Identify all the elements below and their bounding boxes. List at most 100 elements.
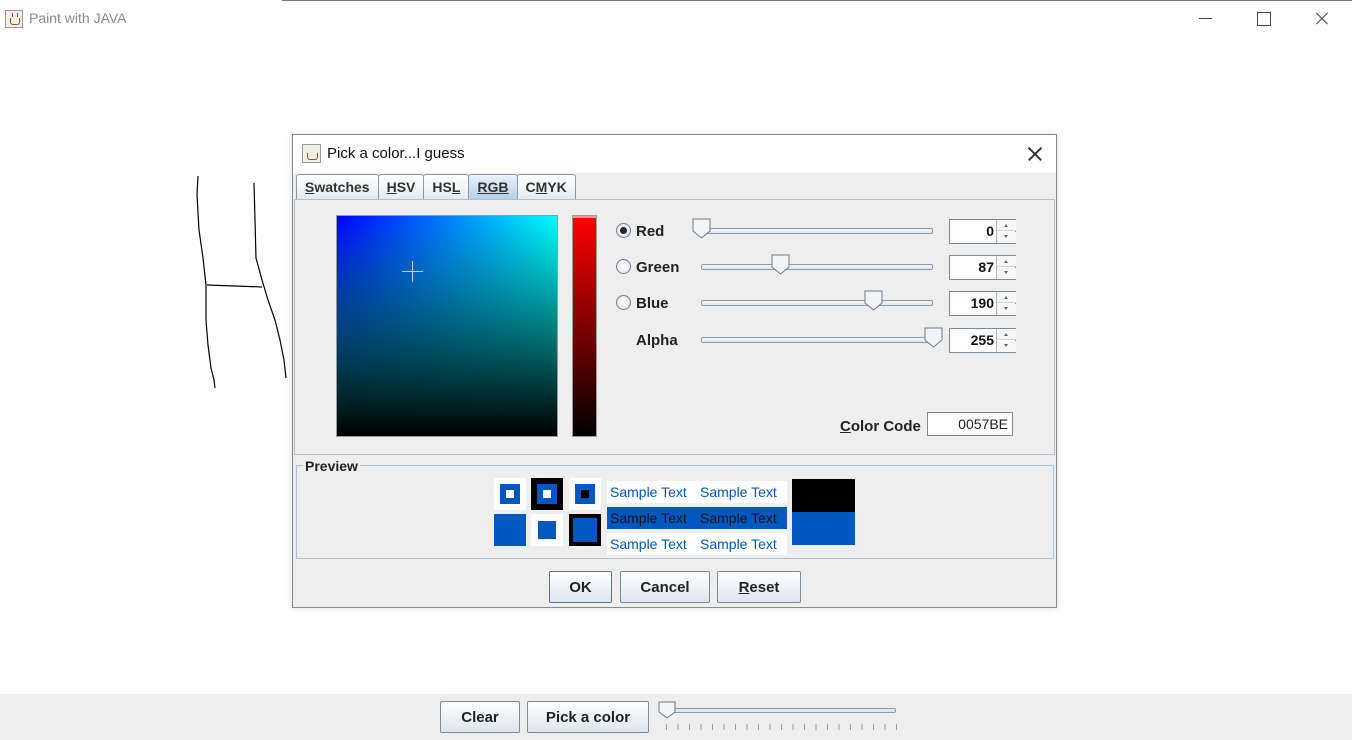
spin-down-icon[interactable] bbox=[997, 232, 1016, 243]
tab-label-text: HS bbox=[432, 179, 452, 195]
blue-channel-row: Blue 190 bbox=[613, 288, 1033, 318]
preview-swatch bbox=[569, 478, 601, 510]
blue-spinner[interactable]: 190 bbox=[949, 291, 1016, 316]
blue-slider-track[interactable] bbox=[701, 300, 933, 306]
dialog-close-icon[interactable] bbox=[1024, 143, 1046, 165]
sample-text: Sample Text bbox=[700, 536, 777, 552]
sample-text-row: Sample Text Sample Text bbox=[607, 481, 787, 503]
dialog-title-bar: Pick a color...I guess bbox=[293, 135, 1056, 173]
close-icon[interactable] bbox=[1311, 8, 1333, 30]
cancel-button[interactable]: Cancel bbox=[620, 571, 710, 603]
red-slider-track[interactable] bbox=[701, 228, 933, 234]
color-gradient-square[interactable] bbox=[336, 215, 558, 437]
tab-label-mnemonic: M bbox=[535, 179, 548, 195]
preview-swatch bbox=[494, 478, 526, 510]
alpha-slider-track[interactable] bbox=[701, 337, 933, 343]
tab-swatches[interactable]: Swatches bbox=[296, 174, 379, 199]
blue-value[interactable]: 190 bbox=[950, 292, 996, 315]
brush-size-thumb[interactable] bbox=[658, 701, 676, 719]
red-channel-row: Red 0 bbox=[613, 216, 1033, 246]
previous-color-swatch bbox=[792, 479, 855, 512]
brush-size-track[interactable] bbox=[666, 708, 896, 713]
red-radio[interactable] bbox=[616, 223, 631, 238]
tab-label-text: watches bbox=[314, 179, 370, 195]
red-channel-strip[interactable] bbox=[572, 215, 597, 437]
alpha-value[interactable]: 255 bbox=[950, 329, 996, 352]
green-label: Green bbox=[636, 259, 680, 276]
sample-text: Sample Text bbox=[610, 536, 687, 552]
rgb-panel: Red 0 Green 87 Blue 190 Alpha 255 Color … bbox=[294, 199, 1055, 455]
java-coffee-cup-icon bbox=[302, 144, 321, 163]
reset-label: eset bbox=[749, 578, 780, 596]
crosshair-icon[interactable] bbox=[402, 261, 423, 282]
dialog-title: Pick a color...I guess bbox=[327, 145, 465, 162]
green-value[interactable]: 87 bbox=[950, 256, 996, 279]
blue-radio[interactable] bbox=[616, 295, 631, 310]
alpha-slider-thumb[interactable] bbox=[924, 327, 943, 348]
alpha-channel-row: Alpha 255 bbox=[613, 325, 1033, 355]
sample-text: Sample Text bbox=[610, 484, 687, 500]
color-code-label: Color Code bbox=[840, 418, 921, 435]
red-spinner[interactable]: 0 bbox=[949, 219, 1016, 244]
reset-button[interactable]: Reset bbox=[717, 571, 801, 603]
minimize-icon[interactable] bbox=[1195, 8, 1217, 30]
tab-hsl[interactable]: HS L bbox=[423, 174, 470, 199]
red-value[interactable]: 0 bbox=[950, 220, 996, 243]
tab-label-mnemonic: RGB bbox=[477, 179, 509, 195]
spin-up-icon[interactable] bbox=[997, 329, 1016, 340]
color-code-label-text: olor Code bbox=[850, 418, 921, 435]
color-chooser-dialog: Pick a color...I guess Swatches H SV HS L … bbox=[292, 134, 1057, 608]
color-code-field[interactable]: 0057BE bbox=[927, 412, 1013, 436]
color-code-mnemonic: C bbox=[840, 418, 851, 435]
preview-swatch bbox=[531, 478, 563, 510]
blue-slider-thumb[interactable] bbox=[864, 290, 883, 311]
preview-swatch bbox=[531, 514, 563, 546]
green-spinner[interactable]: 87 bbox=[949, 255, 1016, 280]
tab-hsv[interactable]: H SV bbox=[377, 174, 425, 199]
spin-down-icon[interactable] bbox=[997, 304, 1016, 315]
preview-swatch bbox=[494, 514, 526, 546]
spin-down-icon[interactable] bbox=[997, 268, 1016, 279]
java-coffee-cup-icon bbox=[5, 10, 23, 28]
spin-up-icon[interactable] bbox=[997, 256, 1016, 267]
green-channel-row: Green 87 bbox=[613, 252, 1033, 282]
tab-label-text: SV bbox=[396, 179, 416, 195]
window-title: Paint with JAVA bbox=[29, 10, 127, 26]
green-slider-track[interactable] bbox=[701, 264, 933, 270]
spin-down-icon[interactable] bbox=[997, 341, 1016, 352]
paint-app-window: Paint with JAVA Clear Pick a color Pick … bbox=[0, 0, 1352, 740]
tab-label-text: YK bbox=[547, 179, 567, 195]
tab-cmyk[interactable]: C M YK bbox=[516, 174, 576, 199]
brush-size-ticks bbox=[666, 724, 898, 730]
sample-text: Sample Text bbox=[610, 510, 687, 526]
spin-up-icon[interactable] bbox=[997, 292, 1016, 303]
red-slider-thumb[interactable] bbox=[692, 218, 711, 239]
tab-label-mnemonic: S bbox=[305, 179, 315, 195]
color-model-tabs: Swatches H SV HS L RGB C M YK bbox=[296, 174, 576, 199]
sample-text-row: Sample Text Sample Text bbox=[607, 533, 787, 555]
alpha-spinner[interactable]: 255 bbox=[949, 328, 1016, 353]
green-slider-thumb[interactable] bbox=[771, 254, 790, 275]
bottom-toolbar: Clear Pick a color bbox=[0, 694, 1352, 740]
green-radio[interactable] bbox=[616, 259, 631, 274]
sample-text-row-selected: Sample Text Sample Text bbox=[607, 507, 787, 529]
strip-marker[interactable] bbox=[573, 216, 596, 218]
sample-text: Sample Text bbox=[700, 510, 777, 526]
blue-label: Blue bbox=[636, 295, 669, 312]
clear-button[interactable]: Clear bbox=[440, 701, 520, 733]
tab-rgb[interactable]: RGB bbox=[468, 174, 518, 199]
new-color-swatch bbox=[792, 512, 855, 545]
spin-up-icon[interactable] bbox=[997, 220, 1016, 231]
preview-title: Preview bbox=[303, 458, 360, 474]
window-title-bar: Paint with JAVA bbox=[0, 0, 1352, 38]
preview-swatch bbox=[569, 514, 601, 546]
brush-size-slider[interactable] bbox=[658, 694, 903, 740]
ok-button[interactable]: OK bbox=[549, 571, 612, 603]
pick-color-button[interactable]: Pick a color bbox=[527, 701, 649, 733]
preview-panel: Preview Sample Text Sample Text Sample T… bbox=[296, 458, 1054, 559]
maximize-icon[interactable] bbox=[1252, 8, 1274, 30]
tab-label-mnemonic: H bbox=[386, 179, 397, 195]
reset-mnemonic: R bbox=[738, 578, 750, 596]
tab-label-text: C bbox=[525, 179, 536, 195]
tab-label-mnemonic: L bbox=[451, 179, 461, 195]
